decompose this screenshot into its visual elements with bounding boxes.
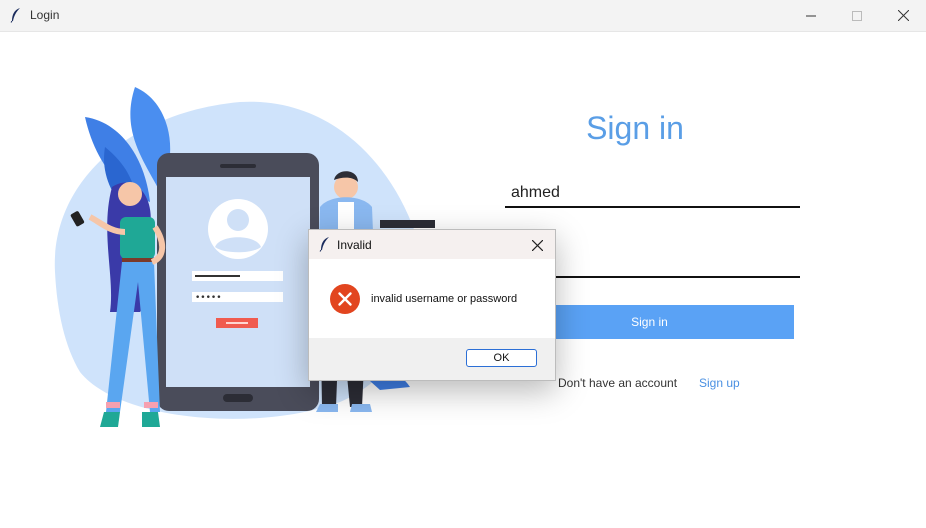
dialog-close-button[interactable] (527, 235, 547, 255)
no-account-text: Don't have an account (558, 376, 678, 390)
minimize-button[interactable] (788, 0, 834, 31)
ok-button[interactable]: OK (466, 349, 537, 367)
dialog-titlebar: Invalid (309, 230, 555, 259)
window-title: Login (30, 8, 60, 22)
page-title: Sign in (586, 110, 684, 146)
close-button[interactable] (880, 0, 926, 31)
username-input[interactable] (505, 180, 800, 208)
dialog-message: invalid username or password (371, 293, 518, 305)
maximize-button[interactable] (834, 0, 880, 31)
feather-icon (10, 8, 20, 23)
close-icon (897, 10, 909, 21)
maximize-icon (852, 10, 862, 21)
minimize-icon (806, 15, 816, 16)
sign-up-link[interactable]: Sign up (699, 376, 740, 390)
window-titlebar: Login (0, 0, 926, 32)
dialog-title: Invalid (337, 238, 372, 252)
close-icon (531, 239, 543, 251)
mock-password-dots: ••••• (195, 293, 222, 303)
invalid-dialog: Invalid invalid username or password OK (308, 229, 556, 381)
error-icon (330, 284, 360, 314)
feather-icon (319, 237, 329, 252)
